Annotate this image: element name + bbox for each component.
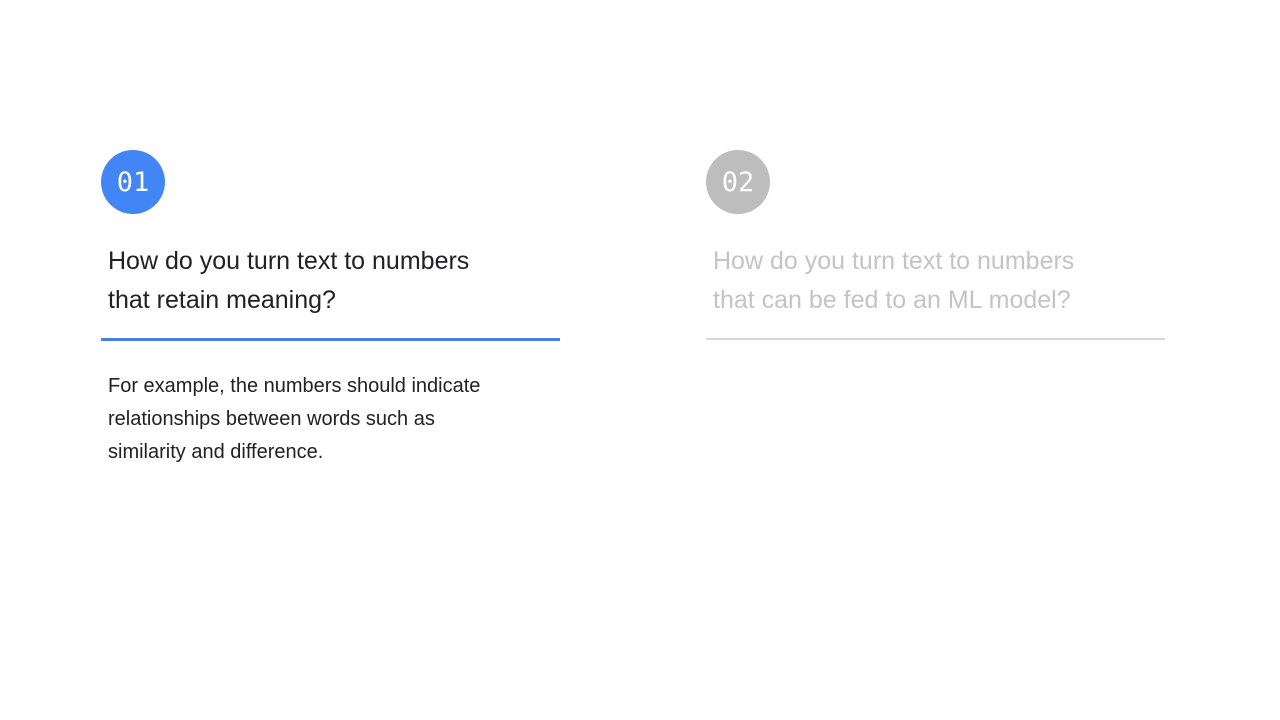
step-heading-line: that can be fed to an ML model? (713, 286, 1071, 314)
step-number-badge: 02 (706, 150, 770, 214)
step-number: 01 (116, 166, 150, 198)
step-description-line: similarity and difference. (108, 441, 324, 463)
step-heading: How do you turn text to numbers that can… (713, 242, 1163, 320)
step-heading-line: How do you turn text to numbers (713, 247, 1075, 275)
step-2: 02 How do you turn text to numbers that … (705, 150, 1165, 340)
step-divider (101, 338, 560, 341)
step-divider (706, 338, 1165, 340)
step-heading-line: that retain meaning? (108, 286, 336, 314)
step-1: 01 How do you turn text to numbers that … (100, 150, 560, 469)
step-number: 02 (721, 166, 755, 198)
step-description-line: relationships between words such as (108, 408, 435, 430)
step-heading-line: How do you turn text to numbers (108, 247, 470, 275)
step-description: For example, the numbers should indicate… (108, 370, 568, 469)
slide: 01 How do you turn text to numbers that … (0, 0, 1280, 720)
step-heading: How do you turn text to numbers that ret… (108, 242, 558, 320)
step-number-badge: 01 (101, 150, 165, 214)
step-description-line: For example, the numbers should indicate (108, 375, 481, 397)
